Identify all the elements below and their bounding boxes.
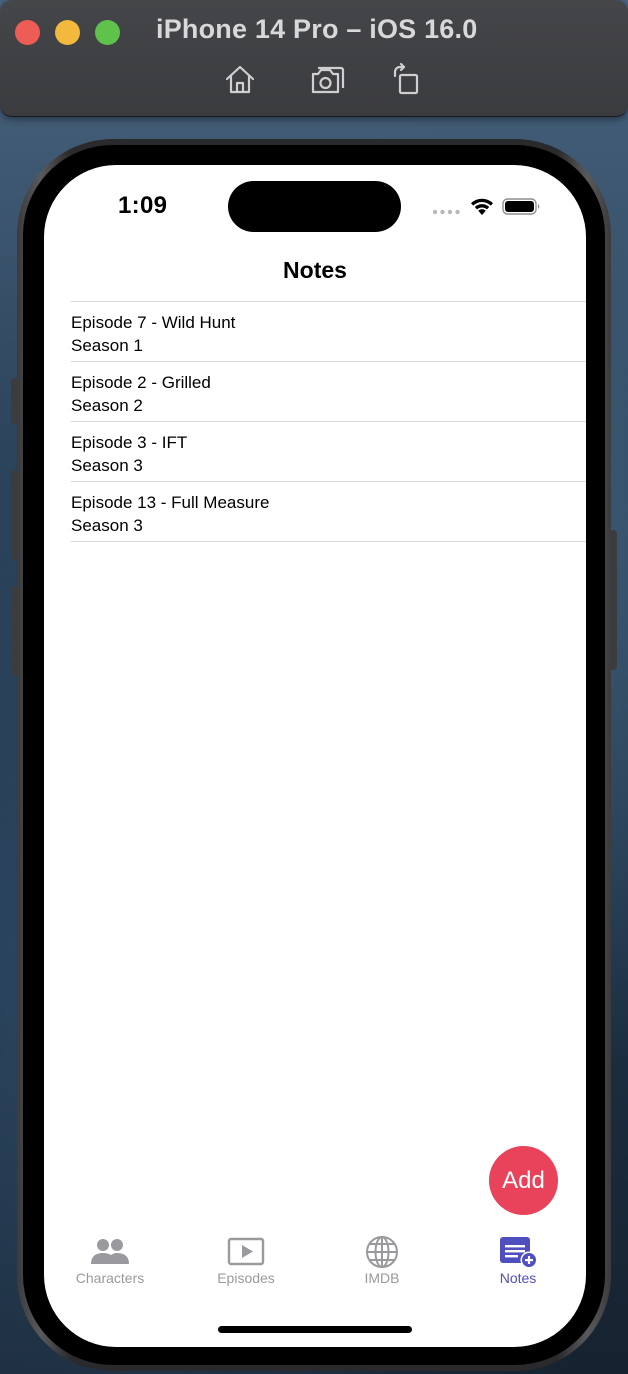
note-season: Season 3 <box>71 456 143 475</box>
note-season: Season 3 <box>71 516 143 535</box>
minimize-window-button[interactable] <box>55 20 80 45</box>
simulator-toolbar: iPhone 14 Pro – iOS 16.0 <box>0 0 628 117</box>
tab-episodes[interactable]: Episodes <box>178 1235 314 1295</box>
tab-label: IMDB <box>364 1270 400 1286</box>
device-screen: 1:09 Notes Episode 7 - Wild Hunt Season … <box>44 165 586 1347</box>
note-title: Episode 2 - Grilled <box>71 373 211 392</box>
globe-icon <box>362 1235 402 1269</box>
wifi-icon <box>470 196 494 216</box>
battery-icon <box>502 198 542 215</box>
people-icon <box>90 1235 130 1269</box>
note-title: Episode 7 - Wild Hunt <box>71 313 236 332</box>
tab-bar: Characters Episodes IMDB Notes <box>44 1235 586 1315</box>
note-row[interactable]: Episode 3 - IFT Season 3 <box>71 422 586 482</box>
dynamic-island <box>228 181 401 232</box>
nav-title: Notes <box>283 257 347 283</box>
rotate-button[interactable] <box>390 62 426 98</box>
volume-up-button <box>11 470 18 560</box>
note-row[interactable]: Episode 7 - Wild Hunt Season 1 <box>71 302 586 362</box>
rotate-icon <box>390 62 426 98</box>
play-rectangle-icon <box>226 1235 266 1269</box>
side-power-button <box>610 530 617 670</box>
note-title: Episode 13 - Full Measure <box>71 493 270 512</box>
window-title: iPhone 14 Pro – iOS 16.0 <box>156 14 478 44</box>
note-title: Episode 3 - IFT <box>71 433 188 452</box>
volume-down-button <box>11 586 18 676</box>
status-time: 1:09 <box>118 192 168 219</box>
home-indicator <box>218 1326 412 1333</box>
tab-notes[interactable]: Notes <box>450 1235 586 1295</box>
notes-list: Episode 7 - Wild Hunt Season 1 Episode 2… <box>71 301 586 542</box>
zoom-window-button[interactable] <box>95 20 120 45</box>
screenshot-button[interactable] <box>310 62 346 98</box>
note-season: Season 2 <box>71 396 143 415</box>
mute-switch <box>11 378 18 424</box>
screenshot-icon <box>310 62 346 98</box>
home-icon <box>222 62 258 98</box>
tab-label: Characters <box>75 1270 145 1286</box>
cellular-signal-icon <box>432 209 462 215</box>
add-note-button[interactable]: Add <box>489 1146 558 1215</box>
tab-characters[interactable]: Characters <box>44 1235 178 1295</box>
note-row[interactable]: Episode 2 - Grilled Season 2 <box>71 362 586 422</box>
note-row[interactable]: Episode 13 - Full Measure Season 3 <box>71 482 586 542</box>
tab-label: Episodes <box>217 1270 275 1286</box>
tab-imdb[interactable]: IMDB <box>314 1235 450 1295</box>
close-window-button[interactable] <box>15 20 40 45</box>
note-add-icon <box>498 1235 538 1269</box>
home-button[interactable] <box>222 62 258 98</box>
note-season: Season 1 <box>71 336 143 355</box>
tab-label: Notes <box>499 1270 537 1286</box>
